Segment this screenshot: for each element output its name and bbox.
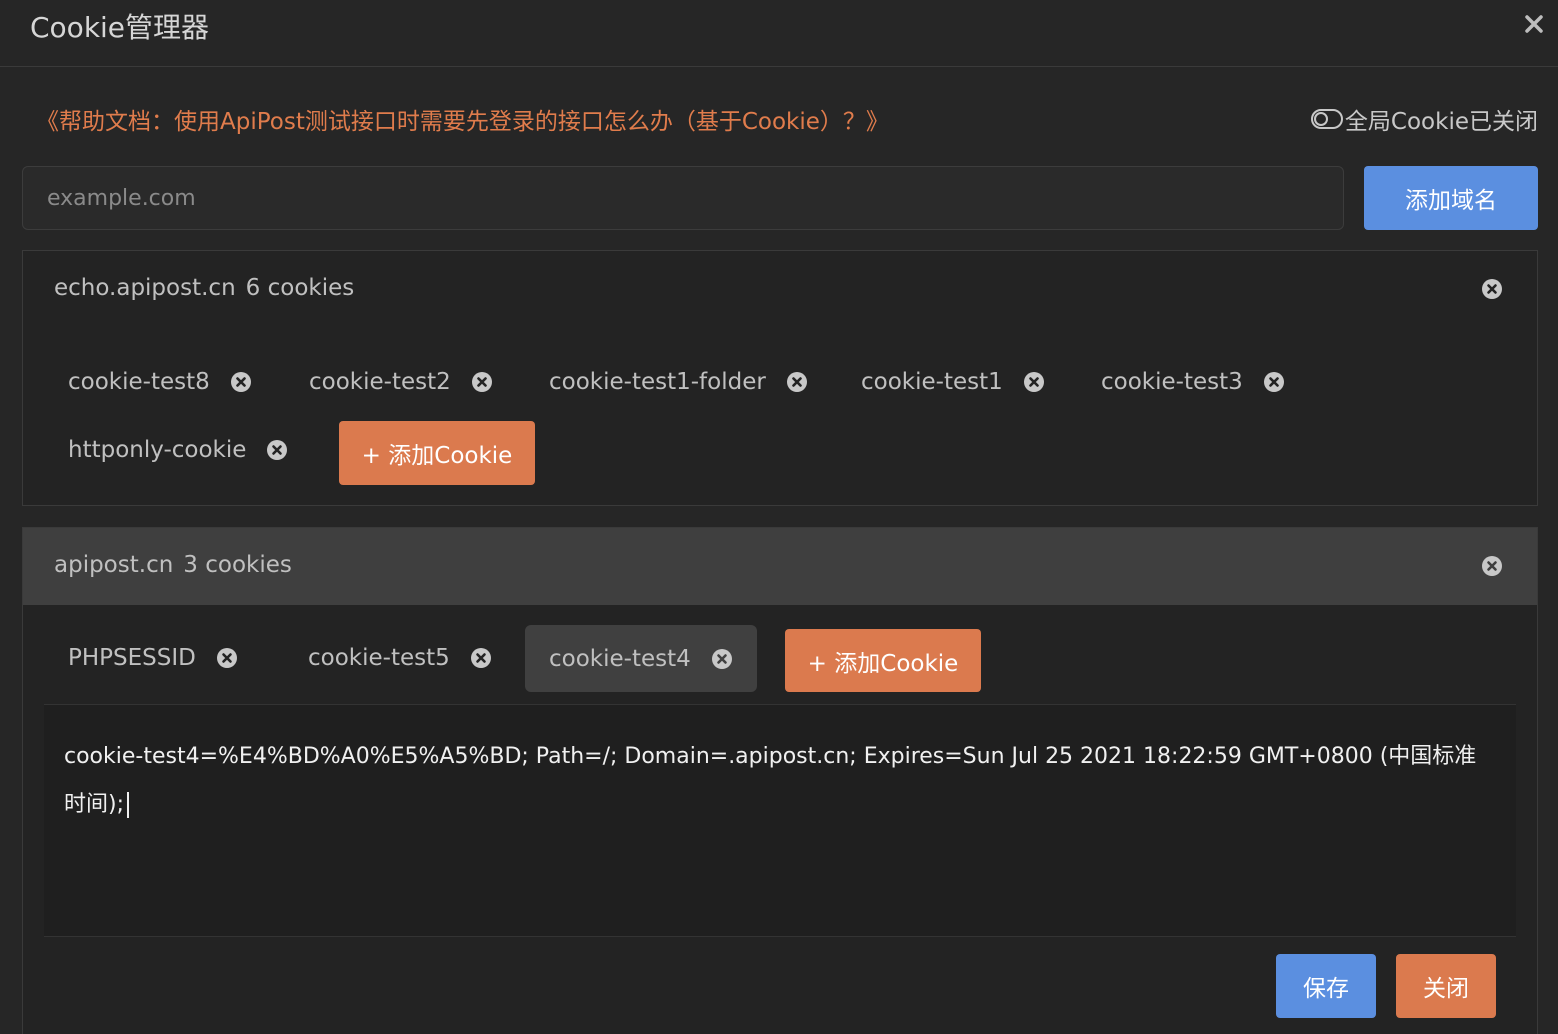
domain-panel-echo-apipost-cn: echo.apipost.cn 6 cookies cookie-test8 co…	[22, 250, 1538, 506]
add-domain-button[interactable]: 添加域名	[1364, 166, 1538, 230]
domain-name: echo.apipost.cn	[54, 275, 236, 301]
cookie-name: cookie-test1-folder	[549, 369, 766, 395]
cookie-chip[interactable]: cookie-test8	[68, 350, 252, 414]
cookie-count: 6 cookies	[246, 275, 355, 301]
remove-cookie-icon[interactable]	[470, 647, 492, 669]
global-cookie-toggle[interactable]: 全局Cookie已关闭	[1311, 102, 1538, 136]
cookie-chip[interactable]: PHPSESSID	[68, 626, 238, 690]
toggle-switch-icon[interactable]	[1311, 109, 1343, 129]
close-icon[interactable]	[1520, 10, 1548, 38]
cookie-name: PHPSESSID	[68, 645, 196, 671]
close-button[interactable]: 关闭	[1396, 954, 1496, 1018]
help-doc-link[interactable]: 《帮助文档：使用ApiPost测试接口时需要先登录的接口怎么办（基于Cookie…	[36, 102, 889, 136]
cookie-name: cookie-test5	[308, 645, 450, 671]
cookie-chip[interactable]: cookie-test5	[308, 626, 492, 690]
cookie-name: cookie-test3	[1101, 369, 1243, 395]
add-cookie-button[interactable]: + 添加Cookie	[785, 629, 981, 692]
domain-panel-header[interactable]: echo.apipost.cn 6 cookies	[23, 251, 1537, 328]
dialog-title: Cookie管理器	[30, 6, 209, 46]
cookie-value-text: cookie-test4=%E4%BD%A0%E5%A5%BD; Path=/;…	[64, 744, 1476, 817]
cookie-chip-selected[interactable]: cookie-test4	[525, 625, 757, 692]
cookie-chip[interactable]: httponly-cookie	[68, 418, 288, 482]
remove-cookie-icon[interactable]	[786, 371, 808, 393]
domain-input[interactable]	[22, 166, 1344, 230]
cookie-count: 3 cookies	[183, 552, 292, 578]
remove-cookie-icon[interactable]	[216, 647, 238, 669]
cookie-chip[interactable]: cookie-test3	[1101, 350, 1285, 414]
cookie-chip[interactable]: cookie-test1	[861, 350, 1045, 414]
cookie-name: cookie-test8	[68, 369, 210, 395]
remove-domain-icon[interactable]	[1481, 278, 1503, 300]
remove-domain-icon[interactable]	[1481, 555, 1503, 577]
cookie-name: cookie-test1	[861, 369, 1003, 395]
remove-cookie-icon[interactable]	[1263, 371, 1285, 393]
cookie-name: cookie-test2	[309, 369, 451, 395]
cookie-chip[interactable]: cookie-test1-folder	[549, 350, 808, 414]
remove-cookie-icon[interactable]	[266, 439, 288, 461]
cookie-chip[interactable]: cookie-test2	[309, 350, 493, 414]
cookie-value-editor[interactable]: cookie-test4=%E4%BD%A0%E5%A5%BD; Path=/;…	[44, 704, 1516, 937]
global-cookie-toggle-label: 全局Cookie已关闭	[1345, 102, 1538, 136]
text-caret	[127, 792, 129, 818]
domain-name: apipost.cn	[54, 552, 173, 578]
remove-cookie-icon[interactable]	[1023, 371, 1045, 393]
remove-cookie-icon[interactable]	[711, 648, 733, 670]
add-cookie-button[interactable]: + 添加Cookie	[339, 421, 535, 485]
remove-cookie-icon[interactable]	[230, 371, 252, 393]
remove-cookie-icon[interactable]	[471, 371, 493, 393]
domain-panel-header[interactable]: apipost.cn 3 cookies	[23, 528, 1537, 605]
save-button[interactable]: 保存	[1276, 954, 1376, 1018]
cookie-name: cookie-test4	[549, 646, 691, 672]
cookie-name: httponly-cookie	[68, 437, 246, 463]
dialog-titlebar: Cookie管理器	[0, 0, 1558, 67]
